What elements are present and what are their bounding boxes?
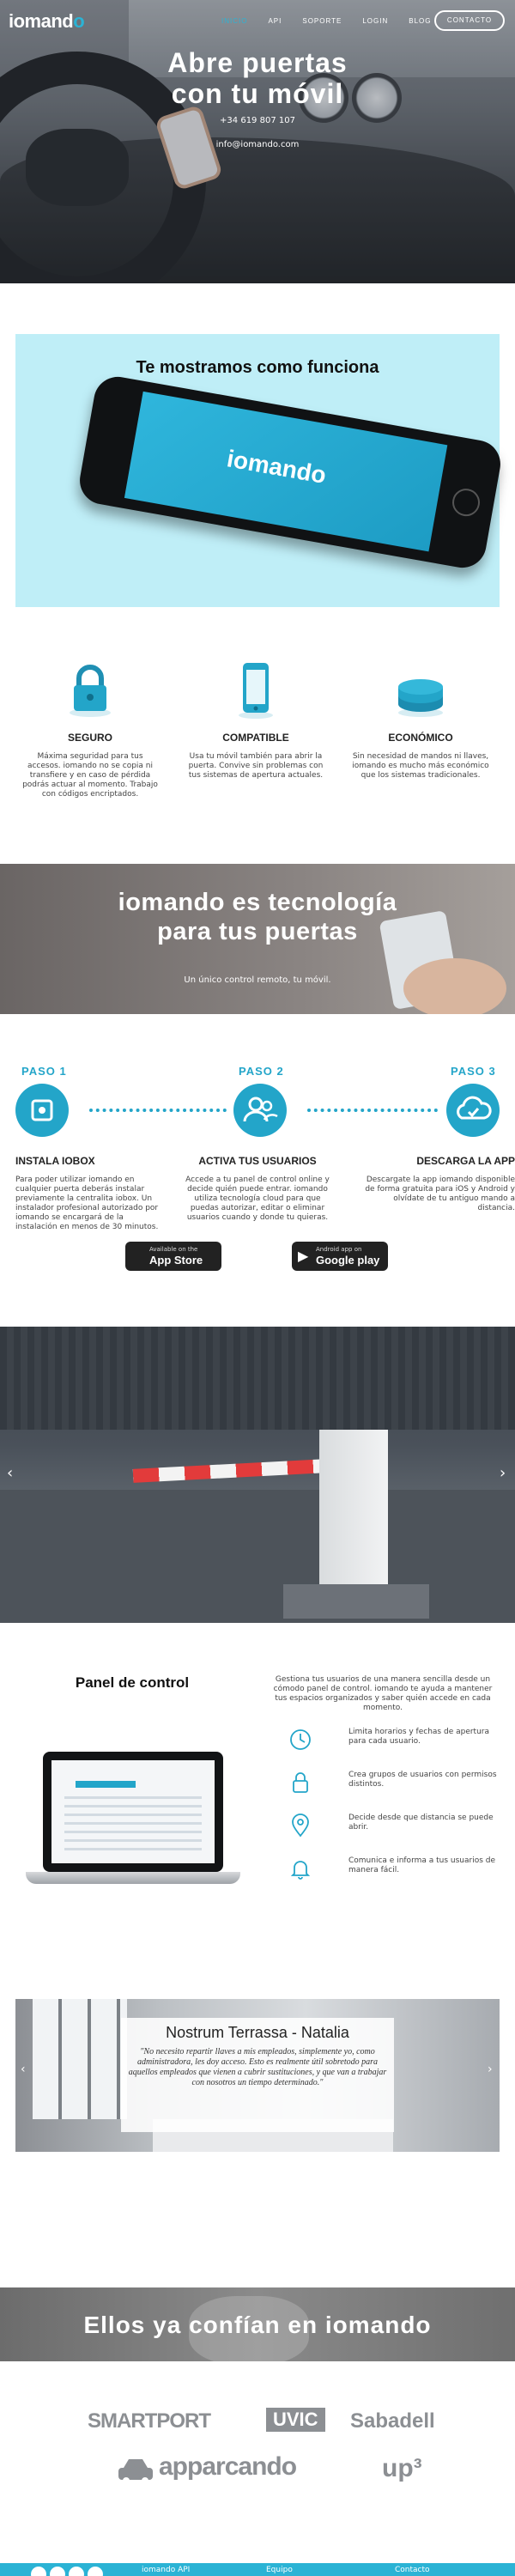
step-text: Accede a tu panel de control online y de…: [185, 1176, 330, 1222]
hero-phone[interactable]: +34 619 807 107: [0, 116, 515, 125]
padlock-icon: [60, 661, 120, 721]
control-panel-item: Limita horarios y fechas de apertura par…: [283, 1726, 506, 1757]
feature-text: Usa tu móvil también para abrir la puert…: [188, 752, 324, 780]
tech-subtitle: Un único control remoto, tu móvil.: [184, 975, 331, 985]
android-icon: ▶: [298, 1248, 309, 1264]
demo-title: Te mostramos como funciona: [136, 358, 379, 377]
linkedin-icon[interactable]: [69, 2567, 84, 2576]
footer-link-contacto[interactable]: Contacto: [395, 2566, 430, 2574]
step-title: DESCARGA LA APP: [416, 1155, 515, 1167]
control-panel-intro: Gestiona tus usuarios de una manera senc…: [273, 1675, 493, 1712]
partner-logo-apparcando: apparcando: [159, 2452, 297, 2481]
feature-seguro: SEGURO Máxima seguridad para tus accesos…: [13, 661, 167, 799]
barrier-base-image: [283, 1584, 429, 1619]
testimonial-name: Nostrum Terrassa - Natalia: [166, 2024, 349, 2041]
step-1: INSTALA IOBOX Para poder utilizar iomand…: [7, 1155, 161, 1232]
control-panel-item: Comunica e informa a tus usuarios de man…: [283, 1855, 506, 1886]
barrier-photo: ‹ ›: [0, 1327, 515, 1623]
car-icon: [117, 2456, 154, 2488]
main-nav: INICIO API SOPORTE LOGIN BLOG: [221, 17, 451, 25]
step-2: ACTIVA TUS USUARIOS Accede a tu panel de…: [180, 1155, 335, 1223]
coins-icon: [391, 661, 451, 721]
step-text: Descargate la app iomando disponible de …: [365, 1176, 515, 1212]
hero-email[interactable]: info@iomando.com: [0, 140, 515, 149]
smartphone-icon: [226, 661, 286, 721]
lock-icon: [288, 1771, 312, 1795]
nav-login[interactable]: LOGIN: [362, 17, 388, 25]
feature-text: Sin necesidad de mandos ni llaves, ioman…: [352, 752, 489, 780]
nav-api[interactable]: API: [268, 17, 282, 25]
app-store-button[interactable]: Available on the App Store: [125, 1242, 221, 1271]
feature-economico: ECONÓMICO Sin necesidad de mandos ni lla…: [343, 661, 498, 781]
barrier-arm-image: [132, 1459, 327, 1483]
twitter-icon[interactable]: [50, 2567, 65, 2576]
partner-logo-sabadell: Sabadell: [350, 2409, 435, 2433]
trust-banner: Ellos ya confían en iomando: [0, 2287, 515, 2361]
step-title: INSTALA IOBOX: [15, 1155, 95, 1167]
control-panel-item: Crea grupos de usuarios con permisos dis…: [283, 1769, 506, 1800]
partner-logo-uvic: UVIC: [266, 2408, 325, 2432]
trust-title: Ellos ya confían en iomando: [83, 2312, 432, 2338]
control-panel-title: Panel de control: [75, 1674, 190, 1691]
nav-blog[interactable]: BLOG: [409, 17, 431, 25]
facebook-icon[interactable]: [31, 2567, 46, 2576]
instagram-icon[interactable]: [88, 2567, 103, 2576]
nav-inicio[interactable]: INICIO: [221, 17, 247, 25]
footer-link-api[interactable]: iomando API: [142, 2566, 190, 2574]
apple-icon: [131, 1249, 145, 1264]
site-logo[interactable]: iomando: [9, 10, 85, 33]
carousel-next-icon[interactable]: ›: [500, 1464, 506, 1482]
wall-image: [0, 1327, 515, 1430]
barrier-post-image: [319, 1430, 388, 1593]
home-button-icon: [450, 486, 482, 519]
users-icon: [233, 1084, 287, 1137]
google-play-button[interactable]: ▶ Android app on Google play: [292, 1242, 388, 1271]
step-connector: [89, 1109, 227, 1112]
feature-title: COMPATIBLE: [222, 732, 289, 744]
phone-screen-logo: iomando: [225, 445, 329, 489]
contact-button[interactable]: CONTACTO: [434, 10, 505, 31]
clock-icon: [288, 1728, 312, 1752]
feature-title: ECONÓMICO: [388, 732, 453, 744]
laptop-illustration: [26, 1752, 240, 1889]
step-text: Para poder utilizar iomando en cualquier…: [15, 1176, 159, 1231]
carousel-next-icon[interactable]: ›: [488, 2063, 493, 2076]
hero-section: iomando INICIO API SOPORTE LOGIN BLOG CO…: [0, 0, 515, 283]
box-icon: [15, 1084, 69, 1137]
road-image: [0, 1490, 515, 1623]
step-3-label: PASO 3: [451, 1065, 496, 1078]
step-3: DESCARGA LA APP Descargate la app iomand…: [360, 1155, 515, 1213]
feature-text: Máxima seguridad para tus accesos. ioman…: [22, 752, 158, 799]
cloud-icon: [446, 1084, 500, 1137]
demo-section: Te mostramos como funciona iomando: [15, 334, 505, 607]
phone-screen: iomando: [124, 391, 448, 552]
step-2-label: PASO 2: [239, 1065, 284, 1078]
tech-title: iomando es tecnología para tus puertas: [118, 889, 397, 945]
step-1-label: PASO 1: [21, 1065, 67, 1078]
testimonial-carousel: Nostrum Terrassa - Natalia "No necesito …: [15, 1999, 500, 2152]
footer-link-equipo[interactable]: Equipo: [266, 2566, 293, 2574]
control-panel-item: Decide desde que distancia se puede abri…: [283, 1812, 506, 1843]
nav-soporte[interactable]: SOPORTE: [302, 17, 342, 25]
partner-logo-up3: up³: [382, 2454, 422, 2482]
partner-logo-smartport: SMARTPORT: [88, 2409, 211, 2433]
feature-title: SEGURO: [67, 732, 112, 744]
location-pin-icon: [288, 1814, 312, 1838]
phone-illustration: iomando: [76, 373, 505, 572]
tech-banner: iomando es tecnología para tus puertas Un…: [0, 864, 515, 1014]
step-connector: [307, 1109, 438, 1112]
bell-icon: [288, 1856, 312, 1880]
hand-photo: [403, 958, 506, 1014]
testimonial-quote: "No necesito repartir llaves a mis emple…: [128, 2047, 387, 2087]
carousel-prev-icon[interactable]: ‹: [21, 2063, 26, 2076]
window-image: [33, 1999, 127, 2119]
step-title: ACTIVA TUS USUARIOS: [198, 1155, 317, 1167]
feature-compatible: COMPATIBLE Usa tu móvil también para abr…: [179, 661, 333, 781]
hero-title: Abre puertas con tu móvil: [167, 47, 348, 109]
carousel-prev-icon[interactable]: ‹: [7, 1464, 13, 1482]
